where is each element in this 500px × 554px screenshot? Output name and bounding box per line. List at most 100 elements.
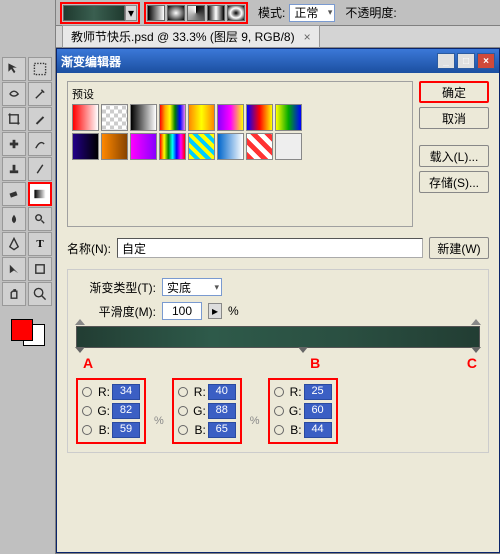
gradient-bar[interactable]: A B C: [76, 326, 480, 348]
blur-tool[interactable]: [2, 207, 26, 231]
b-input[interactable]: 59: [112, 422, 140, 438]
tool-panel: T: [0, 0, 56, 554]
document-tab[interactable]: 教师节快乐.psd @ 33.3% (图层 9, RGB/8) ×: [62, 25, 320, 48]
rgb-group-c: R:25 G:60 B:44: [268, 378, 338, 444]
brush-tool[interactable]: [28, 132, 52, 156]
radio[interactable]: [178, 425, 188, 435]
dodge-tool[interactable]: [28, 207, 52, 231]
presets-panel: 预设: [67, 81, 413, 227]
preset-swatch[interactable]: [217, 104, 244, 131]
crop-tool[interactable]: [2, 107, 26, 131]
preset-swatch[interactable]: [246, 133, 273, 160]
gradient-editor-dialog: 渐变编辑器 _ □ × 预设: [56, 48, 500, 553]
maximize-icon[interactable]: □: [457, 53, 475, 69]
r-input[interactable]: 40: [208, 384, 236, 400]
color-swatches: [0, 314, 55, 346]
preset-swatch[interactable]: [101, 133, 128, 160]
type-tool[interactable]: T: [28, 232, 52, 256]
preset-swatch[interactable]: [130, 104, 157, 131]
dialog-title: 渐变编辑器: [61, 53, 121, 70]
pen-tool[interactable]: [2, 232, 26, 256]
history-brush-tool[interactable]: [28, 157, 52, 181]
heal-tool[interactable]: [2, 132, 26, 156]
chevron-down-icon[interactable]: ▾: [125, 5, 137, 21]
radio[interactable]: [82, 387, 92, 397]
marker-a: A: [83, 355, 93, 371]
blend-mode-select[interactable]: 正常: [289, 4, 335, 22]
radio[interactable]: [178, 387, 188, 397]
type-label: 渐变类型(T):: [76, 279, 156, 296]
smoothness-input[interactable]: [162, 302, 202, 320]
rgb-group-a: R:34 G:82 B:59: [76, 378, 146, 444]
marquee-tool[interactable]: [28, 57, 52, 81]
b-input[interactable]: 65: [208, 422, 236, 438]
gradient-settings: 渐变类型(T): 实底 平滑度(M): ▸ %: [67, 269, 489, 453]
gradient-type-select[interactable]: 实底: [162, 278, 222, 296]
g-input[interactable]: 88: [208, 403, 236, 419]
eraser-tool[interactable]: [2, 182, 26, 206]
mode-label: 模式:: [258, 4, 285, 21]
save-button[interactable]: 存储(S)...: [419, 171, 489, 193]
preset-swatch[interactable]: [72, 104, 99, 131]
opacity-label: 不透明度:: [345, 4, 396, 21]
radial-gradient-btn[interactable]: [167, 5, 185, 21]
gradient-picker[interactable]: ▾: [60, 2, 140, 24]
gradient-type-group: [144, 2, 248, 24]
radio[interactable]: [178, 406, 188, 416]
preset-swatch[interactable]: [188, 104, 215, 131]
preset-swatch[interactable]: [130, 133, 157, 160]
b-input[interactable]: 44: [304, 422, 332, 438]
radio[interactable]: [274, 425, 284, 435]
marker-c: C: [467, 355, 477, 371]
reflected-gradient-btn[interactable]: [207, 5, 225, 21]
zoom-tool[interactable]: [28, 282, 52, 306]
radio[interactable]: [274, 406, 284, 416]
preset-swatch[interactable]: [159, 104, 186, 131]
eyedropper-tool[interactable]: [28, 107, 52, 131]
close-icon[interactable]: ×: [477, 53, 495, 69]
document-title: 教师节快乐.psd @ 33.3% (图层 9, RGB/8): [71, 30, 295, 44]
opacity-stop[interactable]: [471, 319, 481, 327]
gradient-tool[interactable]: [28, 182, 52, 206]
new-button[interactable]: 新建(W): [429, 237, 489, 259]
r-input[interactable]: 25: [304, 384, 332, 400]
r-input[interactable]: 34: [112, 384, 140, 400]
move-tool[interactable]: [2, 57, 26, 81]
radio[interactable]: [82, 425, 92, 435]
path-select-tool[interactable]: [2, 257, 26, 281]
cancel-button[interactable]: 取消: [419, 107, 489, 129]
color-stop-b[interactable]: [298, 347, 308, 357]
close-icon[interactable]: ×: [304, 30, 311, 44]
hand-tool[interactable]: [2, 282, 26, 306]
gradient-name-input[interactable]: [117, 238, 423, 258]
g-input[interactable]: 60: [304, 403, 332, 419]
preset-swatch[interactable]: [217, 133, 244, 160]
linear-gradient-btn[interactable]: [147, 5, 165, 21]
preset-swatch[interactable]: [246, 104, 273, 131]
load-button[interactable]: 载入(L)...: [419, 145, 489, 167]
g-input[interactable]: 82: [112, 403, 140, 419]
canvas-area: 渐变编辑器 _ □ × 预设: [56, 48, 500, 554]
opacity-stop[interactable]: [75, 319, 85, 327]
radio[interactable]: [274, 387, 284, 397]
wand-tool[interactable]: [28, 82, 52, 106]
angle-gradient-btn[interactable]: [187, 5, 205, 21]
dialog-titlebar[interactable]: 渐变编辑器 _ □ ×: [57, 49, 499, 73]
rgb-group-b: R:40 G:88 B:65: [172, 378, 242, 444]
preset-swatch[interactable]: [159, 133, 186, 160]
ok-button[interactable]: 确定: [419, 81, 489, 103]
preset-swatch[interactable]: [101, 104, 128, 131]
diamond-gradient-btn[interactable]: [227, 5, 245, 21]
stamp-tool[interactable]: [2, 157, 26, 181]
preset-swatch[interactable]: [188, 133, 215, 160]
smoothness-arrow[interactable]: ▸: [208, 303, 222, 319]
shape-tool[interactable]: [28, 257, 52, 281]
minimize-icon[interactable]: _: [437, 53, 455, 69]
lasso-tool[interactable]: [2, 82, 26, 106]
preset-swatch[interactable]: [72, 133, 99, 160]
preset-swatch[interactable]: [275, 133, 302, 160]
options-bar: ▾ 模式: 正常 不透明度:: [56, 0, 500, 26]
radio[interactable]: [82, 406, 92, 416]
foreground-swatch[interactable]: [11, 319, 33, 341]
preset-swatch[interactable]: [275, 104, 302, 131]
